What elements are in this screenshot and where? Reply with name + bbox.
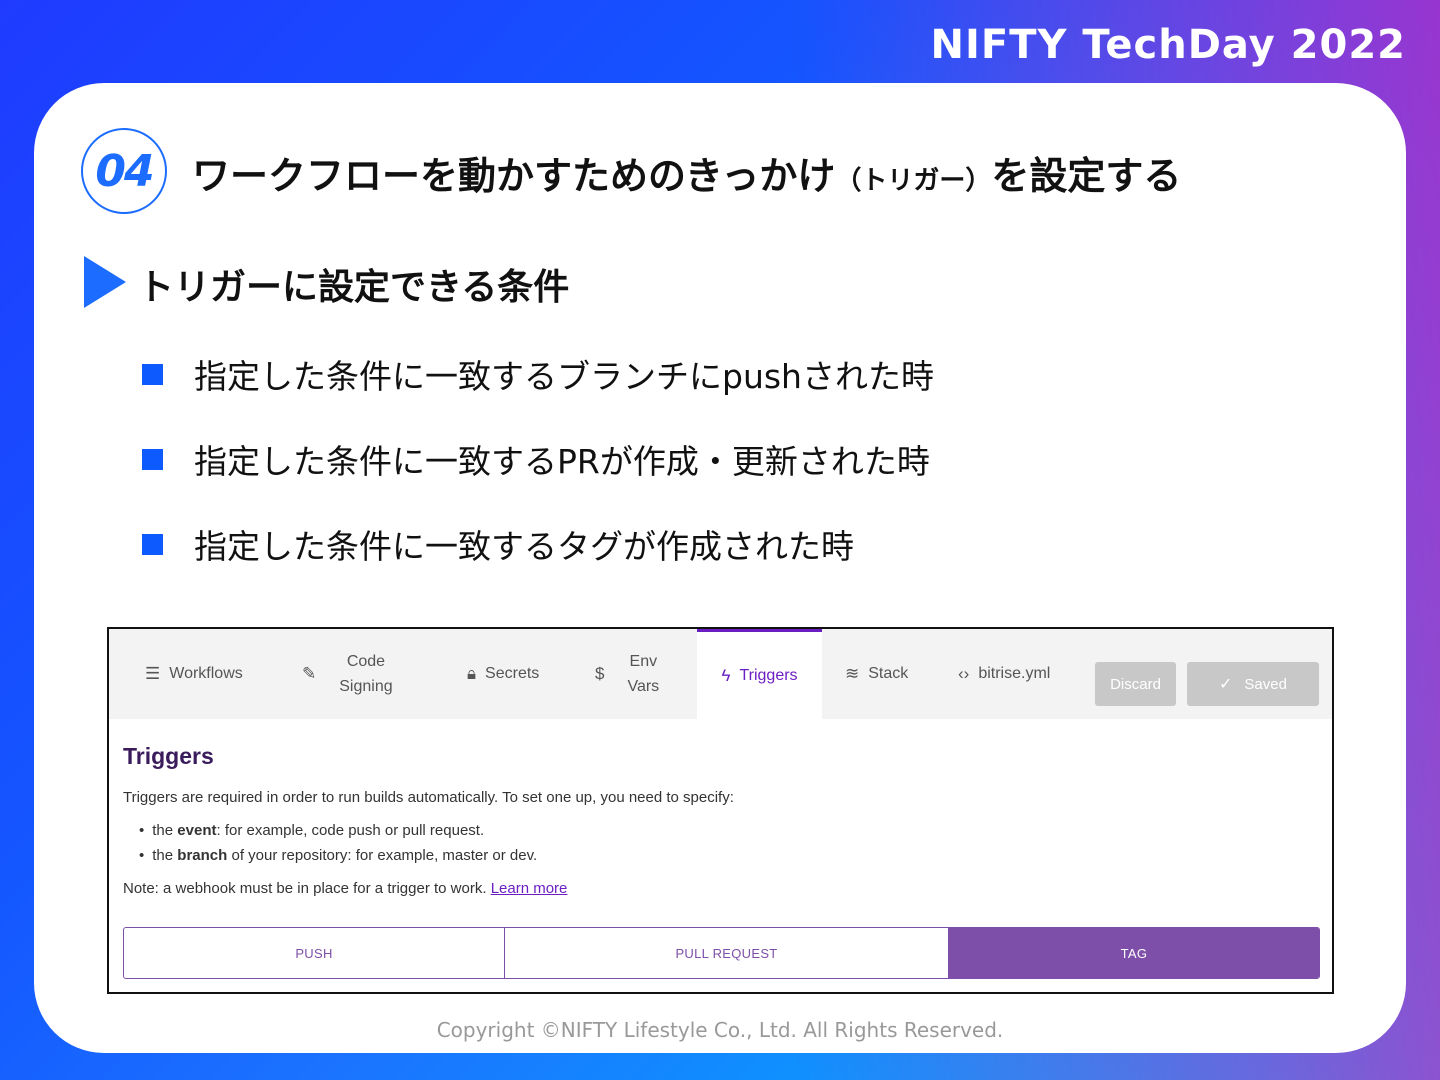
- triggers-description: Triggers are required in order to run bu…: [123, 789, 734, 806]
- tab-env-vars[interactable]: $ Env Vars: [595, 629, 659, 719]
- list-icon: ☰: [145, 664, 161, 683]
- list-item: 指定した条件に一致するタグが作成された時: [142, 522, 934, 566]
- copyright-footer: Copyright ©NIFTY Lifestyle Co., Ltd. All…: [436, 1018, 1004, 1042]
- bullet-list: 指定した条件に一致するブランチにpushされた時 指定した条件に一致するPRが作…: [142, 352, 934, 607]
- bolt-icon: ϟ: [721, 665, 731, 685]
- list-item: the branch of your repository: for examp…: [139, 847, 537, 872]
- triggers-heading: Triggers: [123, 743, 214, 769]
- dollar-icon: $: [595, 664, 605, 683]
- segment-push[interactable]: PUSH: [124, 928, 505, 978]
- tab-bar: ☰ Workflows ✎ Code Signing 🔒︎ Secrets $ …: [109, 629, 1332, 719]
- section-number: 04: [81, 128, 167, 214]
- learn-more-link[interactable]: Learn more: [491, 880, 568, 897]
- slide-title: ワークフローを動かすためのきっかけ（トリガー）を設定する: [192, 154, 1182, 198]
- requirements-list: the event: for example, code push or pul…: [139, 822, 537, 872]
- square-bullet-icon: [142, 533, 163, 555]
- discard-button[interactable]: Discard: [1095, 662, 1176, 706]
- segment-pull-request[interactable]: PULL REQUEST: [505, 928, 949, 978]
- list-item: the event: for example, code push or pul…: [139, 822, 537, 847]
- play-triangle-icon: [84, 256, 126, 308]
- tab-stack[interactable]: ≋ Stack: [845, 629, 908, 719]
- tab-secrets[interactable]: 🔒︎ Secrets: [467, 629, 539, 719]
- saved-button[interactable]: ✓ Saved: [1187, 662, 1319, 706]
- edit-icon: ✎: [302, 664, 317, 683]
- tab-bitrise-yml[interactable]: ‹› bitrise.yml: [958, 629, 1050, 719]
- check-icon: ✓: [1219, 676, 1233, 693]
- slide-subtitle: トリガーに設定できる条件: [138, 267, 570, 308]
- code-icon: ‹›: [958, 664, 970, 683]
- lock-icon: 🔒︎: [467, 664, 477, 683]
- tab-code-signing[interactable]: ✎ Code Signing: [302, 629, 393, 719]
- layers-icon: ≋: [845, 664, 860, 683]
- tab-triggers[interactable]: ϟ Triggers: [697, 629, 822, 719]
- webhook-note: Note: a webhook must be in place for a t…: [123, 880, 568, 897]
- list-item: 指定した条件に一致するPRが作成・更新された時: [142, 437, 934, 481]
- trigger-type-selector: PUSH PULL REQUEST TAG: [123, 927, 1320, 979]
- square-bullet-icon: [142, 448, 163, 470]
- list-item: 指定した条件に一致するブランチにpushされた時: [142, 352, 934, 396]
- segment-tag[interactable]: TAG: [949, 928, 1319, 978]
- brand-logo: NIFTY TechDay 2022: [930, 22, 1406, 68]
- tab-workflows[interactable]: ☰ Workflows: [145, 629, 243, 719]
- square-bullet-icon: [142, 363, 163, 385]
- bitrise-screenshot: ☰ Workflows ✎ Code Signing 🔒︎ Secrets $ …: [107, 627, 1334, 994]
